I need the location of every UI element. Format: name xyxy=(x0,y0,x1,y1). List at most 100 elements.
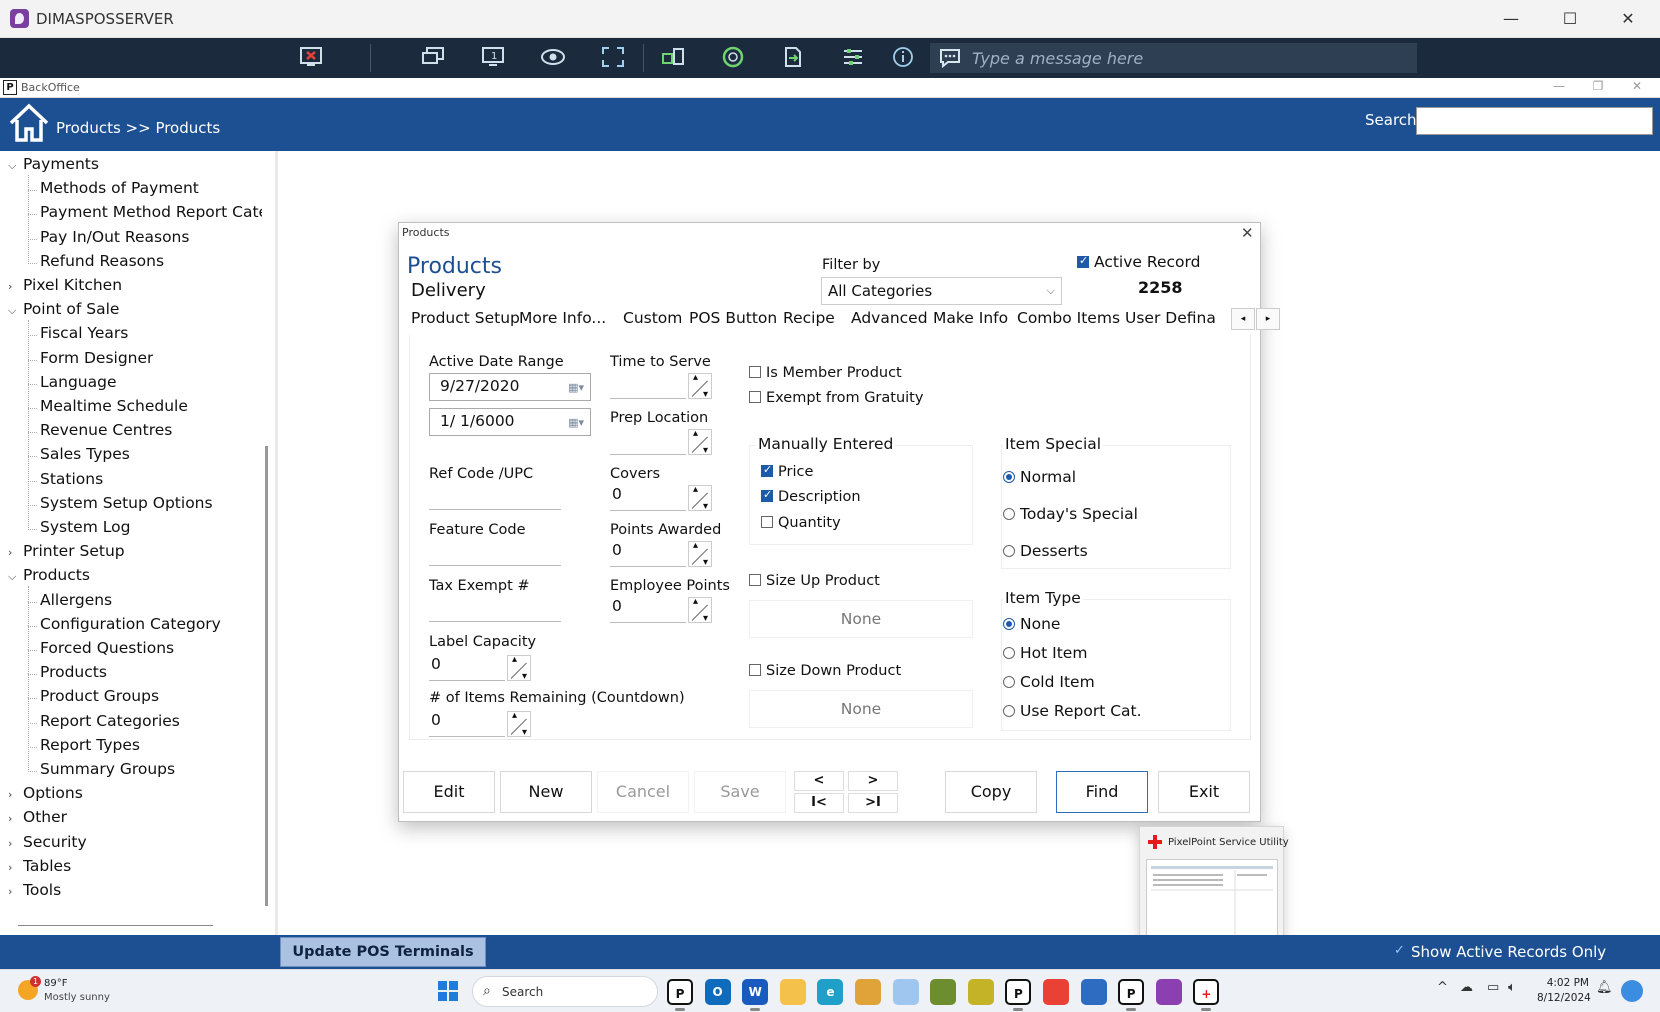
tree-item-form-designer[interactable]: Form Designer xyxy=(40,349,153,367)
search-input[interactable] xyxy=(1416,107,1653,135)
size-up-product-checkbox[interactable]: Size Up Product xyxy=(749,573,880,589)
info-icon[interactable] xyxy=(890,46,916,70)
taskbar-search[interactable]: ⌕ Search xyxy=(472,976,658,1007)
show-active-records-checkbox[interactable]: Show Active Records Only xyxy=(1394,943,1606,961)
previous-record-button[interactable]: < xyxy=(794,771,844,791)
taskbar-app-green-icon[interactable] xyxy=(930,979,957,1005)
tree-group-payments[interactable]: Payments xyxy=(23,155,99,173)
tree-item-sales-types[interactable]: Sales Types xyxy=(40,445,130,463)
file-transfer-icon[interactable] xyxy=(780,46,806,70)
tab-next-button[interactable]: ▸ xyxy=(1256,308,1280,330)
tree-item-products[interactable]: Products xyxy=(40,663,107,681)
prep-location-input[interactable] xyxy=(610,429,686,455)
system-clock[interactable]: 4:02 PM 8/12/2024 xyxy=(1537,976,1591,1006)
dialog-close-button[interactable]: ✕ xyxy=(1241,224,1254,242)
exempt-gratuity-checkbox[interactable]: Exempt from Gratuity xyxy=(749,390,923,406)
taskbar-pixelpoint-icon[interactable]: P xyxy=(667,979,693,1005)
date-to-picker[interactable]: 1/ 1/6000 ▦▾ xyxy=(429,408,591,436)
next-record-button[interactable]: > xyxy=(848,771,898,791)
view-icon[interactable] xyxy=(540,46,566,70)
tree-item-language[interactable]: Language xyxy=(40,373,117,391)
tree-group-other[interactable]: Other xyxy=(23,808,67,826)
tab-custom[interactable]: Custom xyxy=(623,309,682,327)
tree-item-report-categories[interactable]: Report Categories xyxy=(40,712,180,730)
first-record-button[interactable]: I< xyxy=(794,793,844,813)
tab-product-setup[interactable]: Product Setup xyxy=(411,309,520,327)
ref-code-input[interactable] xyxy=(429,488,561,510)
feature-code-input[interactable] xyxy=(429,544,561,566)
chevron-up-icon[interactable]: ^ xyxy=(1437,980,1448,995)
chevron-right-icon[interactable]: › xyxy=(8,837,12,850)
tab-pos-button[interactable]: POS Button xyxy=(689,309,777,327)
update-pos-terminals-button[interactable]: Update POS Terminals xyxy=(280,937,486,967)
item-special-normal-radio[interactable]: Normal xyxy=(1003,468,1076,486)
prep-location-stepper[interactable]: ▴ ▾ xyxy=(688,428,712,456)
chevron-right-icon[interactable]: › xyxy=(8,885,12,898)
taskbar-app-yellow-icon[interactable] xyxy=(855,979,881,1005)
label-capacity-input[interactable]: 0 xyxy=(429,655,505,681)
taskbar-remote-app-icon[interactable] xyxy=(1155,979,1182,1005)
time-to-serve-input[interactable] xyxy=(610,373,686,399)
chevron-down-icon[interactable]: ⌵ xyxy=(8,304,16,318)
chevron-right-icon[interactable]: › xyxy=(8,861,12,874)
item-type-hot-radio[interactable]: Hot Item xyxy=(1003,644,1087,662)
taskbar-service-utility-icon[interactable]: + xyxy=(1193,979,1220,1005)
tab-advanced[interactable]: Advanced xyxy=(851,309,928,327)
settings-icon[interactable] xyxy=(840,46,866,70)
chevron-right-icon[interactable]: › xyxy=(8,812,12,825)
tree-item-payment-method-report-cate[interactable]: Payment Method Report Cate xyxy=(40,203,262,221)
date-from-picker[interactable]: 9/27/2020 ▦▾ xyxy=(429,373,591,401)
weather-widget[interactable]: 1 89°F Mostly sunny xyxy=(18,976,128,1008)
taskbar-pixelpoint-3-icon[interactable]: P xyxy=(1118,979,1145,1005)
notification-bell-icon[interactable]: 🔔︎ xyxy=(1596,980,1613,995)
item-special-desserts-radio[interactable]: Desserts xyxy=(1003,542,1088,560)
home-icon[interactable] xyxy=(8,102,50,144)
tree-group-tables[interactable]: Tables xyxy=(23,857,71,875)
tax-exempt-input[interactable] xyxy=(429,600,561,622)
tree-item-system-setup-options[interactable]: System Setup Options xyxy=(40,494,213,512)
taskbar-app-cloud-icon[interactable] xyxy=(892,979,919,1005)
tab-user-defined[interactable]: User Defina xyxy=(1125,309,1219,327)
item-type-report-cat-radio[interactable]: Use Report Cat. xyxy=(1003,702,1142,720)
employee-points-input[interactable]: 0 xyxy=(610,597,686,623)
tree-item-report-types[interactable]: Report Types xyxy=(40,736,140,754)
chevron-down-icon[interactable]: ⌵ xyxy=(8,159,16,173)
tree-item-summary-groups[interactable]: Summary Groups xyxy=(40,760,175,778)
taskbar-edge-icon[interactable]: e xyxy=(817,979,844,1005)
chevron-right-icon[interactable]: › xyxy=(8,280,12,293)
monitors-icon[interactable] xyxy=(420,46,446,70)
taskbar-word-icon[interactable]: W xyxy=(742,979,769,1005)
exit-button[interactable]: Exit xyxy=(1158,771,1250,813)
cloud-icon[interactable]: ☁ xyxy=(1460,980,1473,995)
close-button[interactable]: ✕ xyxy=(1605,4,1651,34)
single-monitor-icon[interactable]: 1 xyxy=(480,46,506,70)
fullscreen-icon[interactable] xyxy=(600,46,626,70)
items-remaining-stepper[interactable]: ▴ ▾ xyxy=(507,710,531,738)
tree-item-pay-in-out-reasons[interactable]: Pay In/Out Reasons xyxy=(40,228,189,246)
taskbar-chrome-icon[interactable] xyxy=(1043,979,1069,1005)
manual-price-checkbox[interactable]: Price xyxy=(761,463,813,480)
cancel-button[interactable]: Cancel xyxy=(597,771,689,813)
items-remaining-input[interactable]: 0 xyxy=(429,711,505,737)
maximize-button[interactable]: ☐ xyxy=(1547,4,1593,34)
transfer-icon[interactable] xyxy=(660,46,686,70)
time-to-serve-stepper[interactable]: ▴ ▾ xyxy=(688,372,712,400)
tree-item-methods-of-payment[interactable]: Methods of Payment xyxy=(40,179,199,197)
tree-group-tools[interactable]: Tools xyxy=(23,881,61,899)
new-button[interactable]: New xyxy=(500,771,592,813)
tree-item-system-log[interactable]: System Log xyxy=(40,518,130,536)
edit-button[interactable]: Edit xyxy=(403,771,495,813)
points-awarded-input[interactable]: 0 xyxy=(610,541,686,567)
chevron-down-icon[interactable]: ⌵ xyxy=(8,570,16,584)
taskbar-app-grid-icon[interactable] xyxy=(1080,979,1107,1005)
tree-item-product-groups[interactable]: Product Groups xyxy=(40,687,159,705)
volume-icon[interactable]: 🔈︎ xyxy=(1508,980,1516,995)
tree-item-fiscal-years[interactable]: Fiscal Years xyxy=(40,324,128,342)
tab-make-info[interactable]: Make Info xyxy=(933,309,1008,327)
label-capacity-stepper[interactable]: ▴ ▾ xyxy=(507,654,531,682)
size-down-product-checkbox[interactable]: Size Down Product xyxy=(749,663,901,679)
tree-item-stations[interactable]: Stations xyxy=(40,470,103,488)
tree-group-security[interactable]: Security xyxy=(23,833,87,851)
tab-combo-items[interactable]: Combo Items xyxy=(1017,309,1120,327)
tree-group-options[interactable]: Options xyxy=(23,784,83,802)
